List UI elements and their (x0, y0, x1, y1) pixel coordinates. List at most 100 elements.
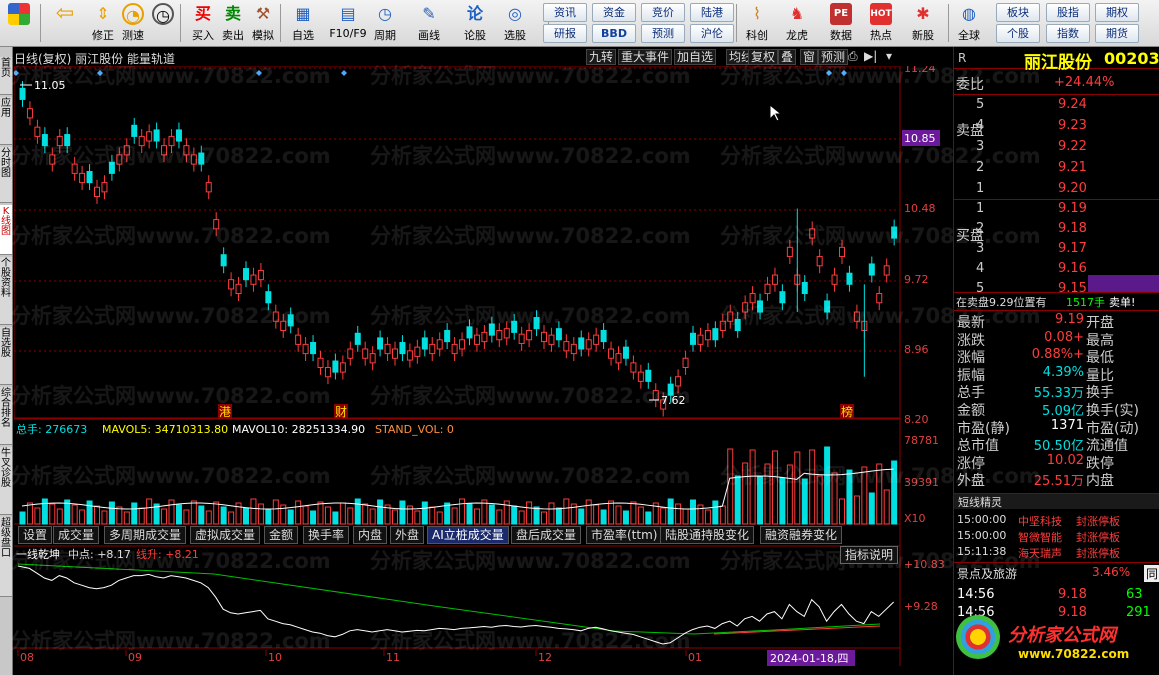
buy-price: 9.19 (1058, 201, 1087, 216)
buy-side-label: 买盘 (956, 228, 984, 244)
toolbar-pick-button[interactable]: ◎ 选股 (500, 2, 530, 45)
kline-chart[interactable]: 11.24 10.85 10.48 9.72 8.96 8.20 11.05 7.62 港 财 榜总… (14, 66, 955, 670)
toolbar-dragon-button[interactable]: ♞ 龙虎 (782, 2, 812, 45)
volume-bar (541, 511, 547, 525)
candle-body (473, 334, 480, 345)
indicator-tab[interactable]: 虚拟成交量 (190, 526, 261, 544)
candle-body (272, 311, 279, 322)
lock-icon[interactable]: ⎙ (846, 49, 860, 65)
indicator-tab[interactable]: 盘后成交量 (511, 526, 582, 544)
toolbar-small-button[interactable]: BBD (592, 24, 636, 43)
candle-body (168, 135, 175, 147)
toolbar-talk-button[interactable]: 论论股 (460, 2, 490, 45)
side-tab[interactable]: 牛叉诊股 (0, 447, 12, 515)
indicator-tab[interactable]: 市盈率(ttm) (586, 526, 663, 544)
toolbar-small-button[interactable]: 指数 (1046, 24, 1090, 43)
candle-body (883, 265, 890, 276)
sprite-stock: 智微智能 (1018, 531, 1062, 544)
toolbar-home-button[interactable] (4, 2, 34, 45)
toolbar-watch-button[interactable]: ▦ 自选 (288, 2, 318, 45)
candle-body (839, 246, 845, 258)
toolbar-global-button[interactable]: ◍ 全球 (954, 2, 984, 45)
indicator-tab[interactable]: 换手率 (303, 526, 350, 544)
volume-bar (339, 502, 346, 525)
order-notice: 在卖盘9.29位置有 (956, 296, 1047, 309)
toolbar-small-button[interactable]: 预测 (641, 24, 685, 43)
candle-body (347, 348, 354, 359)
toolbar-small-button[interactable]: 陆港 (690, 3, 734, 22)
toolbar-clock-button[interactable]: ◷ (148, 2, 178, 45)
toolbar-back-button[interactable]: ⇦ (50, 2, 80, 45)
candle-body (153, 129, 160, 142)
toolbar-small-button[interactable]: 竞价 (641, 3, 685, 22)
indicator-tab[interactable]: 陆股通持股变化 (660, 526, 755, 544)
side-tab[interactable]: 综合排名 (0, 387, 12, 445)
candle-body (175, 129, 182, 142)
indicator-tab[interactable]: 多周期成交量 (104, 526, 187, 544)
toolbar-small-button[interactable]: 研报 (543, 24, 587, 43)
chart-header-button[interactable]: 预测 (818, 49, 849, 65)
indicator-tab[interactable]: 成交量 (53, 526, 100, 544)
side-tab[interactable]: 超级盘口 (0, 517, 12, 597)
toolbar-sci-button[interactable]: ⌇ 科创 (742, 2, 772, 45)
indicator-tab[interactable]: 金额 (264, 526, 299, 544)
toolbar-small-button[interactable]: 期货 (1095, 24, 1139, 43)
side-tab[interactable]: 分时图 (0, 147, 12, 203)
volume-bar (354, 498, 361, 525)
toolbar-new-button[interactable]: ✱ 新股 (908, 2, 938, 45)
indicator-tab[interactable]: 设置 (18, 526, 53, 544)
indicator-tab[interactable]: 融资融券变化 (760, 526, 843, 544)
toolbar-draw-button[interactable]: ✎ 画线 (414, 2, 444, 45)
toolbar-data-button[interactable]: PE 数据 (826, 2, 856, 45)
side-tab[interactable]: K线图 (0, 205, 12, 255)
tick-volume: 63 (1126, 587, 1143, 602)
volume-bar (771, 450, 778, 525)
chart-header-button[interactable]: 叠 (778, 49, 797, 65)
chart-header-button[interactable]: 重大事件 (618, 49, 673, 65)
date-label: 08 (20, 651, 34, 664)
toolbar-hot-button[interactable]: HOT 热点 (866, 2, 896, 45)
toolbar-small-button[interactable]: 股指 (1046, 3, 1090, 22)
side-tab[interactable]: 个股资料 (0, 257, 12, 325)
toolbar-buy-button[interactable]: 买买入 (188, 2, 218, 45)
volume-bar (488, 504, 495, 525)
indicator-tab[interactable]: AI立桩成交量 (427, 526, 509, 544)
toolbar-small-button[interactable]: 板块 (996, 3, 1040, 22)
toolbar-small-button[interactable]: 沪伦 (690, 24, 734, 43)
menu-icon[interactable]: ▾ (884, 49, 894, 65)
volume-bar (131, 502, 138, 525)
candle-body (257, 269, 264, 281)
toolbar-f10-button[interactable]: ▤ F10/F9 (328, 2, 368, 45)
stat-value: 25.51万 (1033, 474, 1084, 490)
indicator-help-button[interactable]: 指标说明 (840, 546, 899, 564)
chart-header-button[interactable]: 加自选 (674, 49, 717, 65)
toolbar-sim-button[interactable]: ⚒ 模拟 (248, 2, 278, 45)
toolbar-small-button[interactable]: 个股 (996, 24, 1040, 43)
divider (954, 199, 1159, 200)
data-icon: PE (830, 3, 852, 25)
side-tab[interactable]: 应用 (0, 97, 12, 145)
candle-body (429, 343, 436, 355)
indicator-tab[interactable]: 外盘 (390, 526, 425, 544)
candle-body (466, 326, 473, 339)
side-tab[interactable]: 自选股 (0, 327, 12, 385)
chart-header-button[interactable]: 九转 (586, 49, 617, 65)
indicator-tab[interactable]: 内盘 (353, 526, 388, 544)
candle-body (302, 343, 309, 355)
chart-header-button[interactable]: 窗 (800, 49, 819, 65)
toolbar-sell-button[interactable]: 卖卖出 (218, 2, 248, 45)
tick-time: 14:56 (957, 587, 995, 602)
toolbar-speed-button[interactable]: ◔ 测速 (118, 2, 148, 45)
sell-level: 3 (976, 139, 985, 154)
toolbar-separator (40, 4, 41, 42)
side-tab[interactable]: 首页 (0, 57, 12, 95)
toolbar-small-button[interactable]: 资金 (592, 3, 636, 22)
chart-header-button[interactable]: 复权 (748, 49, 779, 65)
expand-icon[interactable]: ▶| (862, 49, 879, 65)
toolbar-fix-button[interactable]: ⇕ 修正 (88, 2, 118, 45)
sell-icon: 卖 (224, 4, 241, 23)
toolbar-period-button[interactable]: ◷ 周期 (370, 2, 400, 45)
buy-price: 9.16 (1058, 261, 1087, 276)
toolbar-small-button[interactable]: 期权 (1095, 3, 1139, 22)
toolbar-small-button[interactable]: 资讯 (543, 3, 587, 22)
